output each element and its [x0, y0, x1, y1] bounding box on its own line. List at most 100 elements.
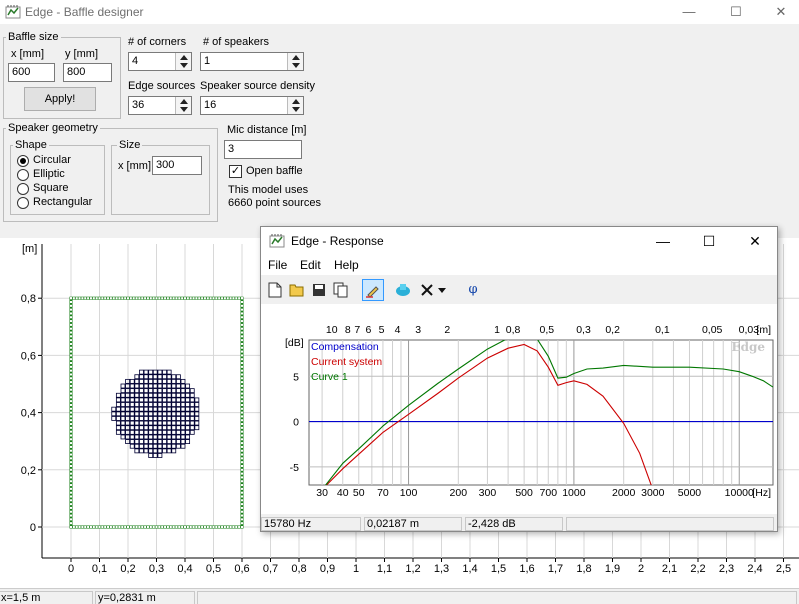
y-tick-label: 0,6: [21, 350, 36, 362]
edge-source: [101, 297, 104, 300]
speaker-source: [166, 425, 172, 431]
speaker-source: [166, 443, 172, 449]
speaker-source: [134, 406, 140, 412]
speaker-source: [175, 374, 181, 380]
speakers-spin-buttons[interactable]: [287, 53, 303, 70]
speaker-source: [180, 392, 186, 398]
apply-button[interactable]: Apply!: [24, 87, 96, 111]
maximize-button[interactable]: ☐: [714, 0, 758, 24]
response-plot-svg[interactable]: 30 40 50 70 100 200 300 500 700 1000 2000 3000 5000 1…: [261, 304, 777, 514]
wavelength-tick-label: 1: [494, 324, 500, 336]
spin-down-icon[interactable]: [180, 107, 188, 112]
edge-source: [138, 526, 141, 528]
baffle-y-field[interactable]: 800: [63, 63, 112, 82]
shape-rectangular-label[interactable]: Rectangular: [33, 196, 92, 208]
pencil-icon[interactable]: [362, 279, 384, 301]
speaker-source: [166, 434, 172, 440]
open-icon[interactable]: [286, 279, 308, 301]
response-maximize-button[interactable]: ☐: [687, 229, 731, 253]
overlay-icon[interactable]: [392, 279, 414, 301]
shape-circular-label[interactable]: Circular: [33, 154, 71, 166]
shape-elliptic-label[interactable]: Elliptic: [33, 168, 65, 180]
speaker-source: [157, 434, 163, 440]
edge-source: [70, 350, 72, 353]
spin-up-icon[interactable]: [180, 99, 188, 104]
open-baffle-label[interactable]: Open baffle: [246, 165, 303, 177]
speaker-source: [185, 425, 191, 431]
source-density-spin-buttons[interactable]: [287, 97, 303, 114]
minimize-button[interactable]: —: [667, 0, 711, 24]
speakers-stepper[interactable]: 1: [200, 52, 304, 71]
speaker-source: [148, 378, 154, 384]
edge-sources-stepper[interactable]: 36: [128, 96, 192, 115]
x-tick-label: 0: [68, 563, 74, 575]
speaker-source: [115, 392, 121, 398]
edge-source: [70, 518, 72, 521]
response-window[interactable]: Edge - Response — ☐ ✕ File Edit Help φ 3…: [260, 226, 778, 532]
speaker-source: [185, 397, 191, 403]
response-plot[interactable]: 30 40 50 70 100 200 300 500 700 1000 2000 3000 5000 1…: [261, 304, 777, 514]
delete-icon[interactable]: [416, 279, 438, 301]
speaker-source: [175, 392, 181, 398]
edge-source: [84, 526, 87, 528]
edge-sources-spin-buttons[interactable]: [175, 97, 191, 114]
speaker-source: [115, 429, 121, 435]
speaker-source: [162, 406, 167, 412]
shape-square-radio[interactable]: [17, 183, 29, 195]
size-x-field[interactable]: 300: [152, 156, 202, 175]
menu-file[interactable]: File: [268, 258, 287, 272]
spin-down-icon[interactable]: [180, 63, 188, 68]
menu-edit[interactable]: Edit: [300, 258, 321, 272]
speaker-source: [143, 429, 149, 435]
close-button[interactable]: ✕: [759, 0, 799, 24]
speaker-source: [171, 406, 177, 412]
save-icon[interactable]: [308, 279, 330, 301]
speaker-source: [157, 406, 163, 412]
spin-down-icon[interactable]: [292, 63, 300, 68]
status-bar: x=1,5 m y=0,2831 m: [0, 588, 799, 604]
window-title: Edge - Baffle designer: [25, 5, 144, 19]
response-title-bar: Edge - Response — ☐ ✕: [261, 227, 777, 255]
speaker-source: [148, 374, 154, 380]
shape-elliptic-radio[interactable]: [17, 169, 29, 181]
speaker-source: [162, 369, 167, 375]
source-density-stepper[interactable]: 16: [200, 96, 304, 115]
edge-sources-label: Edge sources: [128, 80, 196, 92]
status-db: -2,428 dB: [465, 517, 563, 531]
spin-up-icon[interactable]: [180, 55, 188, 60]
dropdown-icon[interactable]: [436, 279, 448, 301]
baffle-x-field[interactable]: 600: [8, 63, 55, 82]
edge-source: [121, 526, 124, 528]
spin-down-icon[interactable]: [292, 107, 300, 112]
shape-circular-radio[interactable]: [17, 155, 29, 167]
response-close-button[interactable]: ✕: [733, 229, 777, 253]
edge-source: [70, 323, 72, 326]
spin-up-icon[interactable]: [292, 55, 300, 60]
open-baffle-checkbox[interactable]: ✓: [229, 165, 242, 178]
speaker-source: [148, 448, 154, 454]
speaker-source: [171, 416, 177, 421]
speaker-source: [171, 439, 177, 445]
corners-stepper[interactable]: 4: [128, 52, 192, 71]
menu-help[interactable]: Help: [334, 258, 359, 272]
speaker-source: [175, 443, 181, 449]
speaker-source: [185, 388, 191, 394]
shape-rectangular-radio[interactable]: [17, 197, 29, 209]
edge-source: [70, 480, 72, 483]
y-unit-label: [m]: [22, 243, 37, 255]
shape-square-label[interactable]: Square: [33, 182, 68, 194]
speaker-source: [157, 388, 163, 394]
new-icon[interactable]: [264, 279, 286, 301]
speaker-source: [175, 416, 181, 421]
spin-up-icon[interactable]: [292, 99, 300, 104]
corners-spin-buttons[interactable]: [175, 53, 191, 70]
response-minimize-button[interactable]: —: [641, 229, 685, 253]
edge-source: [70, 297, 72, 300]
speaker-source: [171, 383, 177, 389]
edge-source: [241, 526, 243, 528]
speaker-source: [134, 448, 140, 454]
speaker-source: [189, 388, 195, 394]
copy-icon[interactable]: [330, 279, 352, 301]
mic-distance-field[interactable]: 3: [224, 140, 302, 159]
phase-icon[interactable]: φ: [462, 279, 484, 301]
